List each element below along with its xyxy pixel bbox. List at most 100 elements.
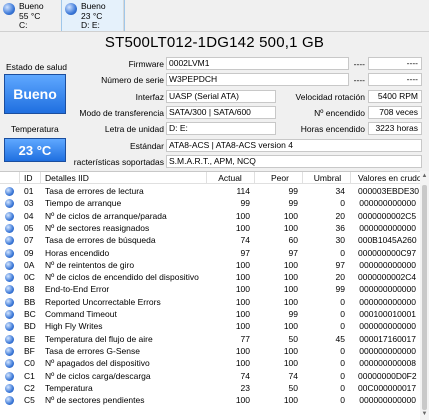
- table-row[interactable]: 03 Tiempo de arranque 99 99 0 000000000000: [0, 197, 429, 209]
- scroll-down-icon[interactable]: ▼: [421, 411, 428, 418]
- row-worst: 100: [283, 272, 298, 283]
- row-raw: 00C000000017: [358, 382, 417, 393]
- row-current: 100: [235, 358, 250, 369]
- table-row[interactable]: 01 Tasa de errores de lectura 114 99 34 00000…: [0, 185, 429, 197]
- status-dot-icon: [5, 285, 14, 295]
- column-divider: [206, 172, 207, 184]
- status-dot-icon: [5, 359, 14, 369]
- table-row[interactable]: BF Tasa de errores G-Sense 100 100 0 00000000…: [0, 345, 429, 357]
- transfer-field: SATA/300 | SATA/600: [166, 106, 276, 119]
- table-row[interactable]: C1 Nº de ciclos carga/descarga 74 74 0 000000…: [0, 370, 429, 382]
- status-dot-icon: [5, 396, 14, 406]
- status-dot-icon: [5, 260, 14, 270]
- row-worst: 100: [283, 222, 298, 233]
- table-row[interactable]: 0A Nº de reintentos de giro 100 100 97 000000…: [0, 259, 429, 271]
- table-row[interactable]: B8 End-to-End Error 100 100 99 000000000000: [0, 283, 429, 295]
- health-status-button[interactable]: Bueno: [4, 74, 66, 114]
- column-divider: [350, 172, 351, 184]
- firmware-label: Firmware: [128, 59, 164, 69]
- unused-field-2: ----: [368, 73, 422, 86]
- row-worst: 97: [288, 247, 298, 258]
- table-row[interactable]: BB Reported Uncorrectable Errors 100 100 0 00…: [0, 296, 429, 308]
- features-field: S.M.A.R.T., APM, NCQ: [166, 155, 422, 168]
- header-current[interactable]: Actual: [210, 172, 250, 184]
- row-raw: 000000000008: [359, 358, 416, 369]
- header-id[interactable]: ID: [24, 172, 33, 184]
- row-name: Temperatura: [45, 382, 93, 393]
- row-worst: 100: [283, 345, 298, 356]
- header-raw[interactable]: Valores en crudo: [358, 172, 428, 184]
- scroll-thumb[interactable]: [422, 185, 427, 410]
- standard-field: ATA8-ACS | ATA8-ACS version 4: [166, 139, 422, 152]
- row-current: 100: [235, 309, 250, 319]
- column-divider: [19, 172, 20, 184]
- row-raw: 000000000C97: [358, 247, 417, 258]
- table-row[interactable]: C2 Temperatura 23 50 0 00C000000017: [0, 382, 429, 394]
- unused-label-2: ----: [353, 75, 365, 85]
- row-threshold: 0: [340, 382, 345, 393]
- row-threshold: 0: [340, 321, 345, 332]
- row-threshold: 34: [335, 186, 345, 196]
- row-current: 100: [235, 259, 250, 270]
- row-current: 97: [240, 247, 250, 258]
- disk-tab-2[interactable]: Bueno 23 °C D: E:: [61, 0, 125, 32]
- row-current: 100: [235, 222, 250, 233]
- row-current: 99: [240, 198, 250, 209]
- row-name: Tasa de errores G-Sense: [45, 345, 140, 356]
- table-row[interactable]: 07 Tasa de errores de búsqueda 74 60 30 000B1…: [0, 234, 429, 246]
- table-row[interactable]: 04 Nº de ciclos de arranque/parada 100 100 2…: [0, 210, 429, 222]
- row-name: Tasa de errores de lectura: [45, 186, 144, 196]
- row-name: Temperatura del flujo de aire: [45, 333, 153, 344]
- row-worst: 100: [283, 358, 298, 369]
- row-threshold: 0: [340, 345, 345, 356]
- row-threshold: 30: [335, 235, 345, 246]
- row-raw: 000003EBDE30: [358, 186, 419, 196]
- power-hours-label: Horas encendido: [300, 124, 365, 134]
- table-row[interactable]: C5 Nº de sectores pendientes 100 100 0 000000…: [0, 394, 429, 406]
- table-row[interactable]: C0 Nº apagados del dispositivo 100 100 0 0000…: [0, 357, 429, 369]
- row-current: 23: [240, 382, 250, 393]
- table-row[interactable]: BC Command Timeout 100 99 0 000100010001: [0, 308, 429, 320]
- row-threshold: 99: [335, 284, 345, 295]
- row-worst: 100: [283, 210, 298, 221]
- row-raw: 000100010001: [359, 309, 416, 319]
- row-current: 100: [235, 345, 250, 356]
- status-dot-icon: [5, 236, 14, 246]
- health-dot-icon: [3, 3, 15, 15]
- disk-tab-1[interactable]: Bueno 55 °C C:: [0, 0, 62, 31]
- header-worst[interactable]: Peor: [262, 172, 298, 184]
- interface-label: Interfaz: [135, 92, 164, 102]
- row-id: 04: [24, 210, 34, 221]
- row-threshold: 20: [335, 210, 345, 221]
- scroll-up-icon[interactable]: ▲: [421, 173, 428, 180]
- row-name: Horas encendido: [45, 247, 110, 258]
- status-dot-icon: [5, 273, 14, 283]
- unused-label-1: ----: [353, 59, 365, 69]
- rotation-field: 5400 RPM: [368, 90, 422, 103]
- row-raw: 000000000000: [359, 284, 416, 295]
- header-threshold[interactable]: Umbral: [310, 172, 345, 184]
- status-dot-icon: [5, 297, 14, 307]
- row-worst: 100: [283, 395, 298, 406]
- header-name[interactable]: Detalles IID: [45, 172, 89, 184]
- row-name: Tiempo de arranque: [45, 198, 122, 209]
- table-row[interactable]: 0C Nº de ciclos de encendido del disposit…: [0, 271, 429, 283]
- row-id: 09: [24, 247, 34, 258]
- row-name: High Fly Writes: [45, 321, 103, 332]
- row-current: 100: [235, 296, 250, 307]
- row-current: 74: [240, 235, 250, 246]
- table-row[interactable]: BD High Fly Writes 100 100 0 000000000000: [0, 320, 429, 332]
- row-current: 100: [235, 210, 250, 221]
- table-row[interactable]: 05 Nº de sectores reasignados 100 100 36 0000…: [0, 222, 429, 234]
- status-dot-icon: [5, 371, 14, 381]
- row-name: Nº de ciclos carga/descarga: [45, 370, 151, 381]
- row-threshold: 0: [340, 395, 345, 406]
- table-row[interactable]: BE Temperatura del flujo de aire 77 50 45 000…: [0, 333, 429, 345]
- row-raw: 000000000000: [359, 222, 416, 233]
- row-raw: 000000000000: [359, 296, 416, 307]
- table-row[interactable]: 09 Horas encendido 97 97 0 000000000C97: [0, 247, 429, 259]
- row-id: BC: [24, 309, 36, 319]
- row-name: Command Timeout: [45, 309, 117, 319]
- status-dot-icon: [5, 211, 14, 221]
- row-current: 114: [236, 186, 250, 196]
